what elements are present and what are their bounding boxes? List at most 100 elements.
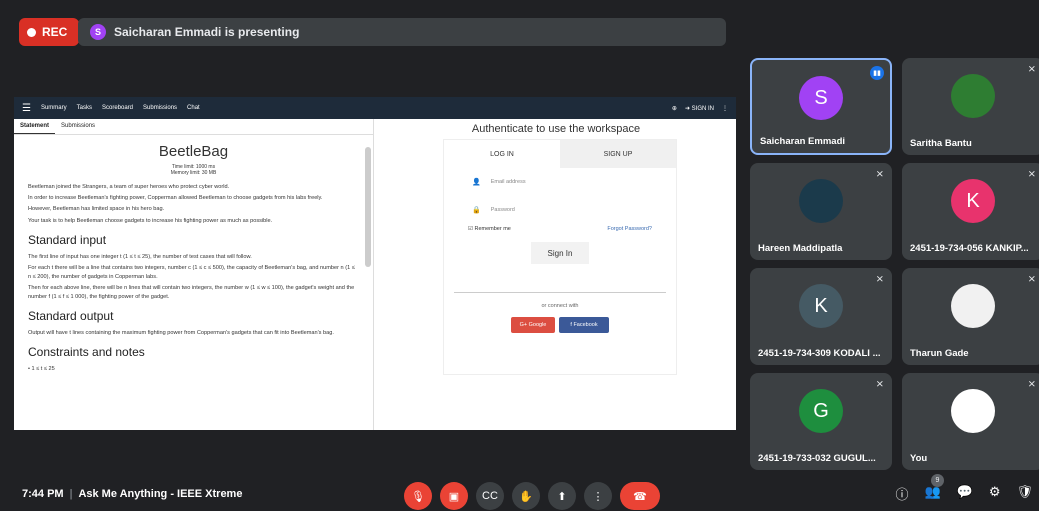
forgot-password-link[interactable]: Forgot Password? [607,226,652,232]
social-buttons: G+ Google f Facebook [444,317,676,333]
divider [454,292,666,293]
problem-limits: Time limit: 1000 ms Memory limit: 30 MB [28,164,359,177]
camera-toggle-button[interactable]: ▣ [440,482,468,510]
heading-standard-output: Standard output [28,309,114,324]
menu-icon[interactable]: ☰ [22,103,31,114]
camera-off-icon: ▣ [448,490,460,503]
remember-row: ☑ Remember me Forgot Password? [444,226,676,232]
participant-name: 2451-19-734-309 KODALI ... [758,348,881,359]
bottom-bar: 7:44 PM | Ask Me Anything - IEEE Xtreme … [0,470,1039,511]
mic-off-icon: ⨯ [875,274,884,285]
nav-summary[interactable]: Summary [41,105,67,111]
paragraph: Your task is to help Beetleman choose ga… [28,217,273,224]
email-field[interactable]: 👤 Email address [444,168,676,196]
avatar: K [799,284,843,328]
tab-statement[interactable]: Statement [14,119,56,134]
participant-tile[interactable]: ▮▮ S Saicharan Emmadi [750,58,892,155]
meeting-name: Ask Me Anything - IEEE Xtreme [78,488,243,500]
mic-off-icon: ⨯ [875,169,884,180]
recording-badge[interactable]: REC [19,18,80,46]
more-vert-icon[interactable]: ⋮ [722,105,728,112]
participant-tile[interactable]: ⨯ K 2451-19-734-309 KODALI ... [750,268,892,365]
mic-off-icon: ⨯ [1027,169,1036,180]
paragraph: Output will have t lines containing the … [28,330,334,337]
tab-signup[interactable]: SIGN UP [560,140,676,168]
memory-limit: Memory limit: 30 MB [170,170,217,176]
avatar [951,74,995,118]
password-placeholder: Password [490,207,515,213]
participant-tile[interactable]: ⨯ Tharun Gade [902,268,1039,365]
chat-icon[interactable]: 💬 [957,484,973,503]
participant-name: 2451-19-733-032 GUGUL... [758,453,876,464]
avatar [951,284,995,328]
captions-button[interactable]: CC [476,482,504,510]
call-controls: 🎙 ▣ CC ✋ ⬆ ⋮ ☎ [404,482,660,510]
sign-in-button[interactable]: Sign In [531,242,589,264]
avatar [799,179,843,223]
clock-time: 7:44 PM [22,488,64,500]
remember-checkbox[interactable]: ☑ Remember me [468,226,511,232]
top-bar: REC S Saicharan Emmadi is presenting [0,0,1039,62]
paragraph: For each t there will be a line that con… [28,265,355,280]
presenting-banner: S Saicharan Emmadi is presenting [78,18,726,46]
rec-label: REC [42,25,68,39]
more-vert-icon: ⋮ [592,490,604,503]
tab-login[interactable]: LOG IN [444,140,560,168]
language-flag-icon[interactable]: ⊕ [672,105,677,112]
participant-tile[interactable]: ⨯ Saritha Bantu [902,58,1039,155]
info-icon[interactable]: ⓘ [895,484,908,503]
google-button[interactable]: G+ Google [511,317,555,333]
nav-chat[interactable]: Chat [187,105,200,111]
paragraph: The first line of input has one integer … [28,254,252,261]
meeting-info: 7:44 PM | Ask Me Anything - IEEE Xtreme [22,488,242,500]
avatar: K [951,179,995,223]
hang-up-icon: ☎ [633,490,647,503]
more-options-button[interactable]: ⋮ [584,482,612,510]
leave-call-button[interactable]: ☎ [620,482,660,510]
nav-submissions[interactable]: Submissions [143,105,177,111]
nav-tasks[interactable]: Tasks [77,105,92,111]
participant-name: Tharun Gade [910,348,969,359]
present-button[interactable]: ⬆ [548,482,576,510]
connect-text: or connect with [541,303,579,309]
paragraph: However, Beetleman has limited space in … [28,206,165,213]
heading-constraints: Constraints and notes [28,345,145,360]
host-controls-icon[interactable]: 🛡 [1016,484,1033,503]
tab-submissions[interactable]: Submissions [55,119,101,134]
avatar: S [799,76,843,120]
avatar [951,389,995,433]
mic-off-icon: ⨯ [1027,274,1036,285]
auth-title: Authenticate to use the workspace [471,123,641,135]
participant-name: Hareen Maddipatla [758,243,843,254]
people-icon[interactable]: 👥 [924,484,940,503]
captions-icon: CC [482,490,498,502]
avatar: G [799,389,843,433]
statement-body: BeetleBag Time limit: 1000 ms Memory lim… [14,135,373,374]
activities-icon[interactable]: ⚙ [989,484,1001,503]
participant-tile[interactable]: ⨯ Hareen Maddipatla [750,163,892,260]
side-controls: ⓘ 👥 💬 ⚙ 🛡 [895,484,1033,503]
participant-tile[interactable]: ⨯ K 2451-19-734-056 KANKIP... [902,163,1039,260]
facebook-button[interactable]: f Facebook [559,317,609,333]
email-placeholder: Email address [490,179,526,185]
auth-panel: Authenticate to use the workspace LOG IN… [376,119,736,430]
nav-scoreboard[interactable]: Scoreboard [102,105,133,111]
statement-scrollbar[interactable] [365,147,371,267]
auth-tabs: LOG IN SIGN UP [444,140,676,168]
record-dot-icon [27,27,36,37]
mic-off-icon: 🎙 [411,490,425,503]
presenter-avatar: S [90,24,106,40]
mic-off-icon: ⨯ [875,379,884,390]
problem-statement-panel: Statement Submissions BeetleBag Time lim… [14,119,374,430]
participant-tile[interactable]: ⨯ You [902,373,1039,470]
participant-name: Saritha Bantu [910,138,972,149]
raise-hand-button[interactable]: ✋ [512,482,540,510]
participant-tile[interactable]: ⨯ G 2451-19-733-032 GUGUL... [750,373,892,470]
presentation-screen: ☰ Summary Tasks Scoreboard Submissions C… [14,97,736,430]
mic-off-icon: ⨯ [1027,64,1036,75]
password-field[interactable]: 🔒 Password [444,196,676,224]
mic-toggle-button[interactable]: 🎙 [404,482,432,510]
paragraph: Then for each above line, there will be … [28,285,355,300]
app-nav-bar: ☰ Summary Tasks Scoreboard Submissions C… [14,97,736,119]
signin-link[interactable]: ➜ SIGN IN [685,105,714,112]
